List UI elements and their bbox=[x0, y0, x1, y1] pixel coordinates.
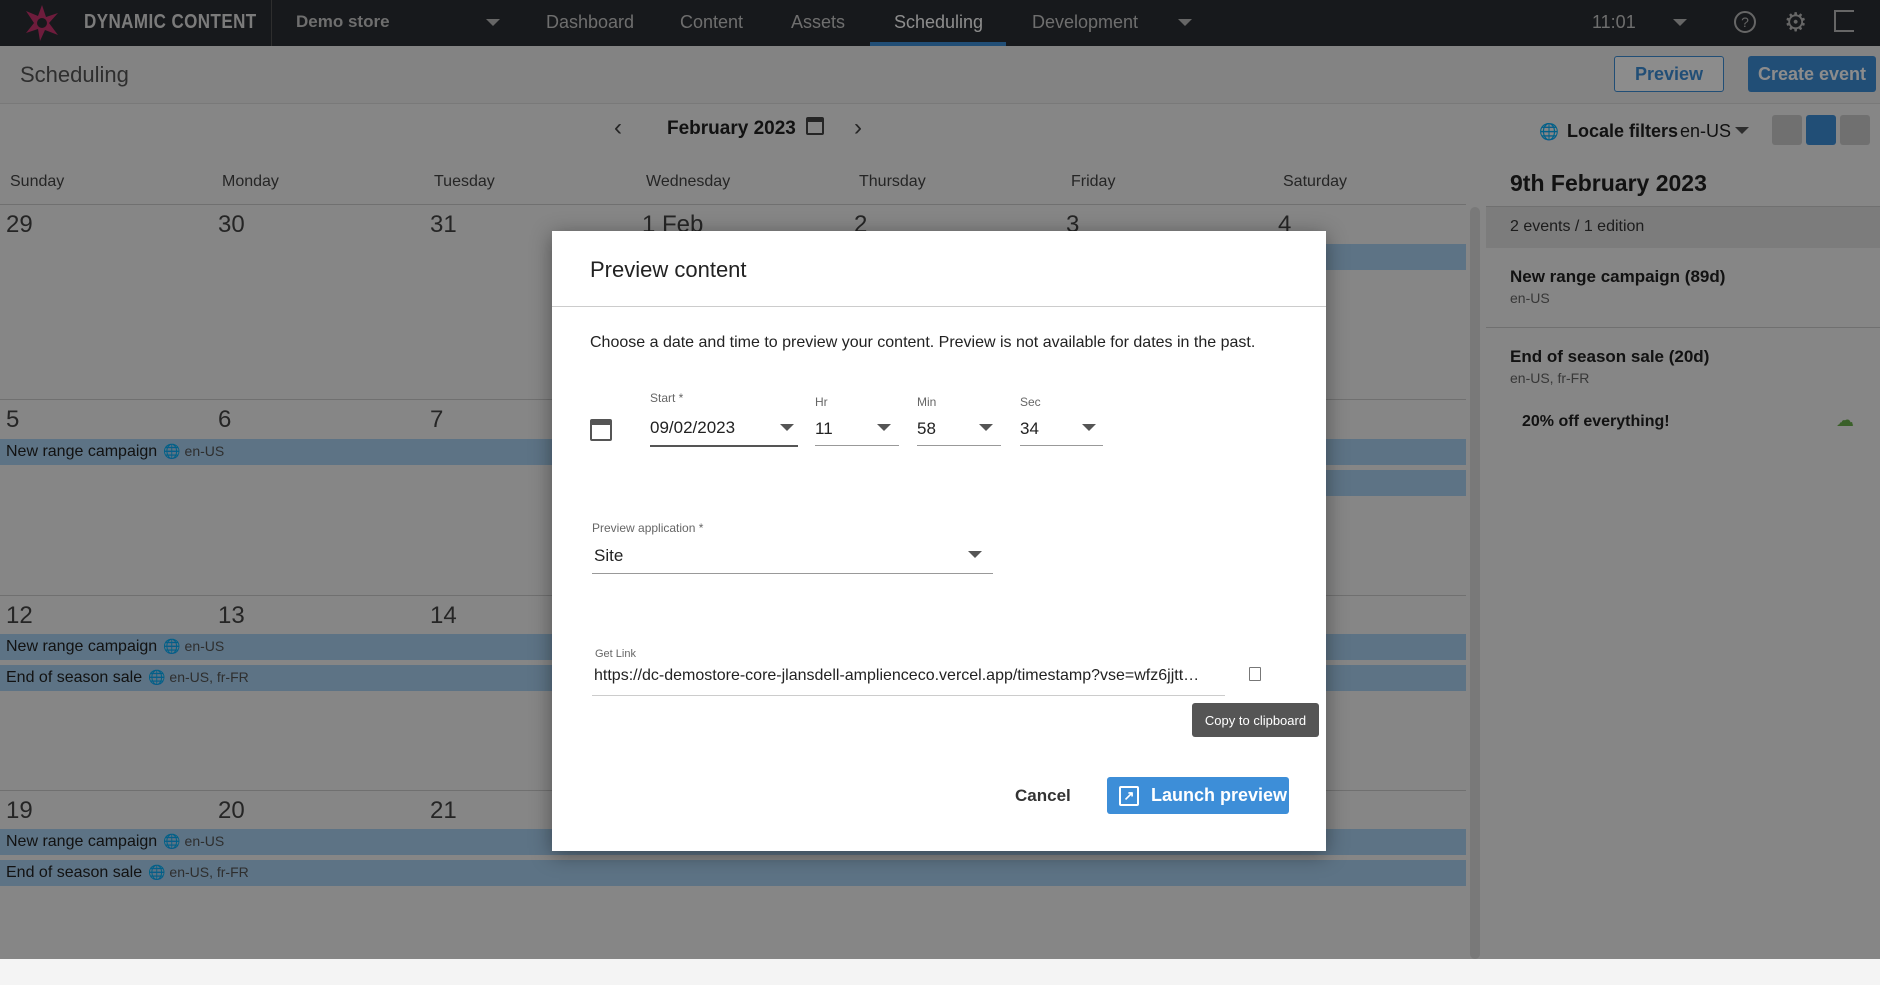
hour-select[interactable]: 11 bbox=[815, 419, 833, 439]
preview-app-select[interactable]: Site bbox=[594, 546, 623, 566]
preview-link-field[interactable]: https://dc-demostore-core-jlansdell-ampl… bbox=[594, 667, 1218, 685]
launch-preview-button[interactable]: ↗ Launch preview bbox=[1107, 777, 1289, 814]
chevron-down-icon[interactable] bbox=[780, 424, 794, 431]
underline bbox=[815, 445, 899, 446]
minute-select[interactable]: 58 bbox=[917, 419, 936, 439]
underline bbox=[917, 445, 1001, 446]
preview-content-dialog: Preview content Choose a date and time t… bbox=[552, 231, 1326, 851]
minute-label: Min bbox=[917, 395, 937, 409]
chevron-down-icon[interactable] bbox=[1082, 424, 1096, 431]
start-date-input[interactable]: 09/02/2023 bbox=[650, 418, 735, 438]
get-link-label: Get Link bbox=[595, 648, 636, 660]
second-label: Sec bbox=[1020, 395, 1041, 409]
hour-label: Hr bbox=[815, 395, 828, 409]
divider bbox=[552, 306, 1326, 307]
preview-app-label: Preview application * bbox=[592, 521, 704, 535]
copy-tooltip: Copy to clipboard bbox=[1192, 703, 1319, 737]
second-select[interactable]: 34 bbox=[1020, 419, 1039, 439]
underline bbox=[1020, 445, 1103, 446]
chevron-down-icon[interactable] bbox=[968, 551, 982, 558]
chevron-down-icon[interactable] bbox=[877, 424, 891, 431]
underline bbox=[650, 445, 798, 447]
copy-icon[interactable] bbox=[1249, 667, 1261, 681]
dialog-description: Choose a date and time to preview your c… bbox=[590, 334, 1256, 351]
calendar-icon[interactable] bbox=[590, 419, 612, 441]
underline bbox=[592, 573, 993, 574]
launch-preview-label: Launch preview bbox=[1151, 785, 1288, 805]
chevron-down-icon[interactable] bbox=[979, 424, 993, 431]
dialog-title: Preview content bbox=[590, 257, 747, 282]
start-label: Start * bbox=[650, 391, 684, 405]
external-link-icon: ↗ bbox=[1119, 785, 1139, 806]
cancel-button[interactable]: Cancel bbox=[1015, 786, 1071, 806]
underline bbox=[592, 695, 1225, 696]
